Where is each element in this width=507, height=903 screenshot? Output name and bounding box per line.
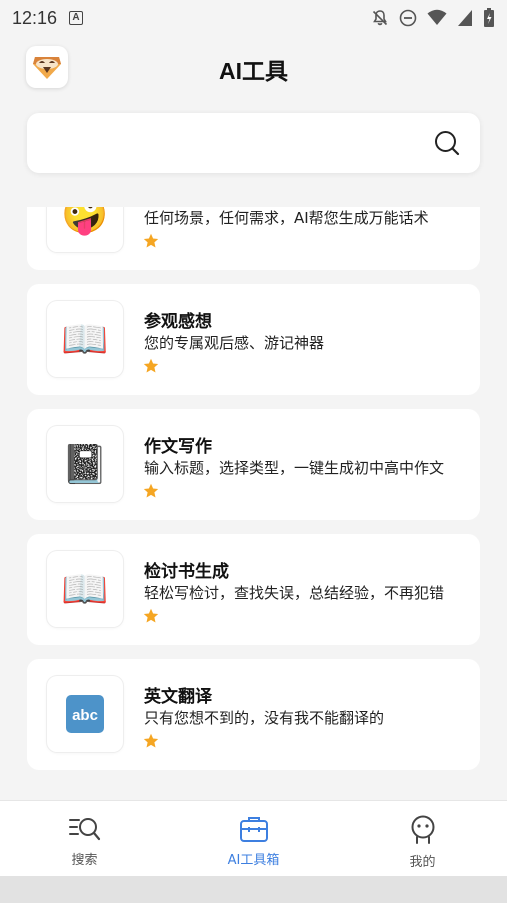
star-icon xyxy=(143,608,159,623)
star-icon xyxy=(143,358,159,373)
battery-icon xyxy=(484,8,494,27)
tool-name: 英文翻译 xyxy=(144,687,212,707)
nav-item-profile[interactable]: 我的 xyxy=(338,801,507,876)
status-bar: 12:16 A xyxy=(0,0,507,36)
notification-icon: A xyxy=(69,11,84,25)
tool-emoji-icon: 📖 xyxy=(47,551,123,627)
signal-icon xyxy=(458,10,472,26)
open-book-icon: 📖 xyxy=(61,567,109,611)
tool-description: 轻松写检讨，查找失误，总结经验，不再犯错 xyxy=(144,584,445,602)
nav-label: 搜索 xyxy=(71,853,98,868)
bell-off-icon xyxy=(372,10,388,26)
star-icon xyxy=(143,483,159,498)
tool-description: 只有您想不到的，没有我不能翻译的 xyxy=(144,709,385,727)
tool-description: 任何场景，任何需求，AI帮您生成万能话术 xyxy=(144,209,429,227)
status-time: 12:16 xyxy=(12,7,58,28)
profile-icon xyxy=(411,815,434,844)
wifi-icon xyxy=(427,9,447,25)
tool-emoji-icon: abc xyxy=(47,676,123,752)
search-list-icon xyxy=(68,818,100,841)
app-header: AI工具 xyxy=(0,40,507,94)
nav-item-ai-toolbox[interactable]: AI工具箱 xyxy=(169,801,338,876)
search-icon[interactable] xyxy=(434,130,460,156)
tool-card[interactable]: 📖 参观感想 您的专属观后感、游记神器 xyxy=(27,284,480,395)
star-icon xyxy=(143,733,159,748)
do-not-disturb-icon xyxy=(399,9,417,27)
nav-label: AI工具箱 xyxy=(227,853,280,868)
tool-emoji-icon: 📓 xyxy=(47,426,123,502)
tool-name: 作文写作 xyxy=(144,437,212,457)
tool-emoji-icon: 📖 xyxy=(47,301,123,377)
open-book-icon: 📖 xyxy=(61,317,109,361)
svg-text:abc: abc xyxy=(72,707,98,724)
tool-list[interactable]: 🤪 任何场景，任何需求，AI帮您生成万能话术 📖 参观感想 您的专属观后感、游记… xyxy=(0,207,507,800)
search-input[interactable] xyxy=(43,113,423,173)
toolbox-icon xyxy=(239,817,268,842)
nav-label: 我的 xyxy=(409,855,436,870)
tool-card[interactable]: abc 英文翻译 只有您想不到的，没有我不能翻译的 xyxy=(27,659,480,770)
tool-description: 输入标题，选择类型，一键生成初中高中作文 xyxy=(144,459,445,477)
tool-card[interactable]: 📖 检讨书生成 轻松写检讨，查找失误，总结经验，不再犯错 xyxy=(27,534,480,645)
tool-card[interactable]: 📓 作文写作 输入标题，选择类型，一键生成初中高中作文 xyxy=(27,409,480,520)
tool-emoji-icon: 🤪 xyxy=(47,207,123,252)
nav-item-search[interactable]: 搜索 xyxy=(0,801,169,876)
status-icons xyxy=(371,8,495,28)
notebook-icon: 📓 xyxy=(61,442,109,486)
tool-name: 参观感想 xyxy=(144,312,212,332)
abc-input-icon: abc xyxy=(66,695,104,733)
tool-description: 您的专属观后感、游记神器 xyxy=(144,334,325,352)
tool-card[interactable]: 🤪 任何场景，任何需求，AI帮您生成万能话术 xyxy=(27,207,480,270)
page-title: AI工具 xyxy=(219,58,288,84)
star-icon xyxy=(143,233,159,248)
search-bar xyxy=(27,113,480,173)
zany-face-icon: 🤪 xyxy=(61,207,109,236)
system-gesture-bar xyxy=(0,876,507,903)
bottom-nav: 搜索 AI工具箱 我的 xyxy=(0,800,507,876)
tool-name: 检讨书生成 xyxy=(144,562,229,582)
